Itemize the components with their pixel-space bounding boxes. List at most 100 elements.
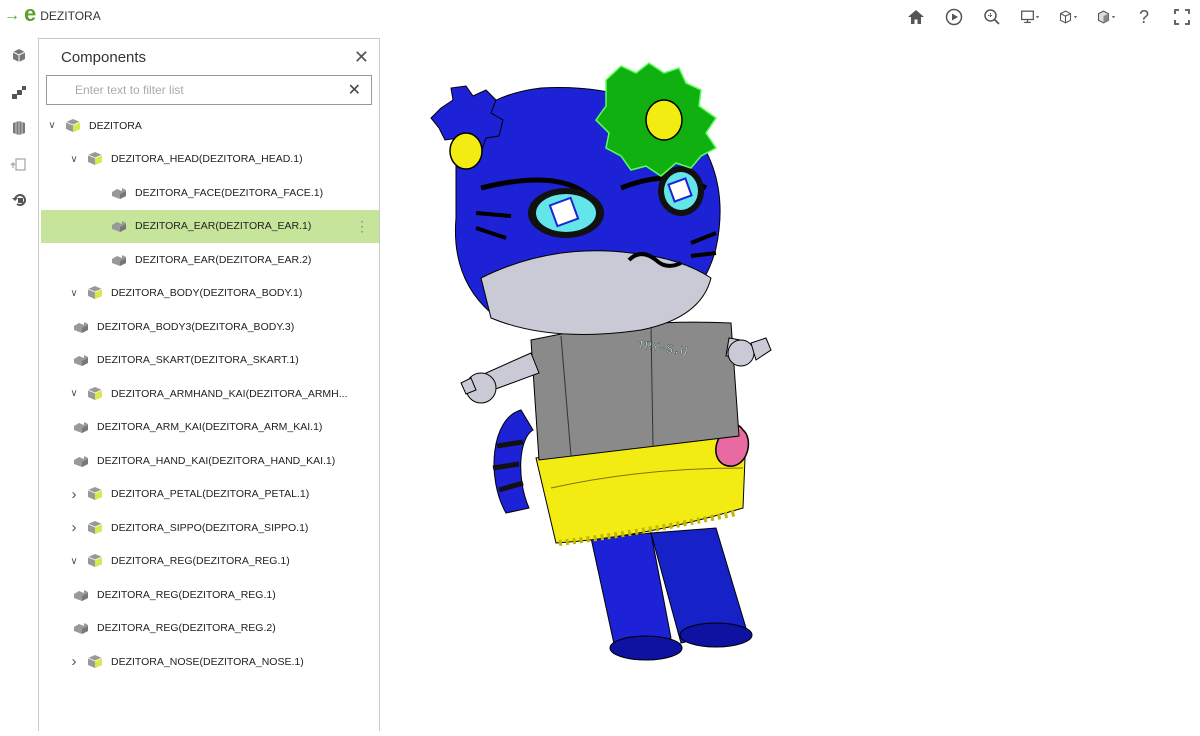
chevron-down-icon[interactable]: ∨ [67, 388, 81, 399]
tree-row-label: DEZITORA_PETAL(DEZITORA_PETAL.1) [111, 488, 310, 501]
tree-row[interactable]: DEZITORA_SKART(DEZITORA_SKART.1) [41, 344, 379, 378]
chevron-right-icon[interactable]: › [67, 486, 81, 503]
assembly-icon [85, 519, 105, 537]
assembly-icon [85, 284, 105, 302]
components-icon [12, 49, 26, 62]
tree-row[interactable]: DEZITORA_HAND_KAI(DEZITORA_HAND_KAI.1) [41, 444, 379, 478]
fullscreen-icon [1174, 9, 1190, 25]
tree-row[interactable]: ∨ DEZITORA_REG(DEZITORA_REG.1) [41, 545, 379, 579]
tree-row[interactable]: › DEZITORA_PETAL(DEZITORA_PETAL.1) [41, 478, 379, 512]
assembly-icon [85, 150, 105, 168]
chevron-down-icon[interactable]: ∨ [45, 120, 59, 131]
part-icon [109, 251, 129, 269]
panel-title: Components [61, 48, 147, 66]
side-rail [0, 38, 38, 731]
components-panel: Components ✕ ✕ ∨ DEZITORA ∨ DEZITORA_HEAD(D… [38, 38, 380, 731]
chevron-right-icon[interactable]: › [67, 519, 81, 536]
tree-row[interactable]: DEZITORA_REG(DEZITORA_REG.2) [41, 612, 379, 646]
home-button[interactable] [902, 6, 930, 28]
tree-row[interactable]: DEZITORA_EAR(DEZITORA_EAR.2) [41, 243, 379, 277]
assembly-icon [85, 485, 105, 503]
tree-row-label: DEZITORA_BODY3(DEZITORA_BODY.3) [97, 320, 295, 333]
tree-row[interactable]: DEZITORA_REG(DEZITORA_REG.1) [41, 578, 379, 612]
tree-row[interactable]: ∨ DEZITORA [41, 109, 379, 143]
tree-row[interactable]: DEZITORA_EAR(DEZITORA_EAR.1) ⋮ [41, 209, 379, 243]
part-icon [71, 318, 91, 336]
document-title: DEZITORA [40, 8, 101, 23]
tree-row-label: DEZITORA_FACE(DEZITORA_FACE.1) [135, 186, 324, 199]
tree-row-label: DEZITORA_REG(DEZITORA_REG.2) [97, 622, 276, 635]
part-icon [71, 452, 91, 470]
section-view-icon [1097, 10, 1116, 24]
close-panel-icon[interactable]: ✕ [354, 47, 369, 68]
collapse-arrow-icon[interactable]: → [4, 7, 20, 25]
help-icon: ? [1138, 6, 1149, 27]
view-orientation-button[interactable] [1054, 6, 1082, 28]
brand: → e DEZITORA [4, 1, 101, 26]
legs[interactable] [590, 527, 753, 661]
part-icon [71, 351, 91, 369]
tree-row[interactable]: › DEZITORA_NOSE(DEZITORA_NOSE.1) [41, 645, 379, 679]
display-mode-icon [1021, 10, 1040, 24]
zoom-fit-icon [984, 9, 1000, 25]
rail-reset-button[interactable] [0, 182, 38, 218]
tree-row[interactable]: › DEZITORA_SIPPO(DEZITORA_SIPPO.1) [41, 511, 379, 545]
part-icon [109, 184, 129, 202]
tree-row[interactable]: ∨ DEZITORA_HEAD(DEZITORA_HEAD.1) [41, 143, 379, 177]
chevron-right-icon[interactable]: › [67, 653, 81, 670]
tree-row-label: DEZITORA_NOSE(DEZITORA_NOSE.1) [111, 655, 304, 668]
tree-row[interactable]: DEZITORA_BODY3(DEZITORA_BODY.3) [41, 310, 379, 344]
reset-icon [12, 194, 26, 206]
assembly-icon [85, 552, 105, 570]
viewer-toolbar: ? [902, 6, 1196, 28]
steps-icon [12, 86, 26, 99]
export-icon [10, 158, 26, 171]
3d-viewport[interactable]: TRY-S.U [381, 38, 1200, 731]
tree-row-label: DEZITORA_SIPPO(DEZITORA_SIPPO.1) [111, 521, 309, 534]
chevron-down-icon[interactable]: ∨ [67, 556, 81, 567]
tree-row-label: DEZITORA_ARM_KAI(DEZITORA_ARM_KAI.1) [97, 421, 323, 434]
tree-row[interactable]: ∨ DEZITORA_ARMHAND_KAI(DEZITORA_ARMH... [41, 377, 379, 411]
layers-icon [13, 121, 25, 135]
section-view-button[interactable] [1092, 6, 1120, 28]
rail-export-button[interactable] [0, 146, 38, 182]
fullscreen-button[interactable] [1168, 6, 1196, 28]
app-logo-icon: e [24, 1, 37, 26]
tail[interactable] [493, 409, 534, 514]
clear-filter-icon[interactable]: ✕ [348, 80, 361, 100]
filter-box: ✕ [46, 75, 372, 105]
display-mode-button[interactable] [1016, 6, 1044, 28]
component-tree: ∨ DEZITORA ∨ DEZITORA_HEAD(DEZITORA_HEAD.1)… [41, 109, 379, 679]
tree-row-label: DEZITORA_HEAD(DEZITORA_HEAD.1) [111, 153, 303, 166]
help-button[interactable]: ? [1130, 6, 1158, 28]
tree-row-label: DEZITORA [89, 119, 142, 132]
play-icon [945, 8, 963, 26]
rail-steps-button[interactable] [0, 74, 38, 110]
chevron-down-icon[interactable]: ∨ [67, 288, 81, 299]
model-canvas[interactable]: TRY-S.U [381, 38, 1200, 731]
tree-row[interactable]: ∨ DEZITORA_BODY(DEZITORA_BODY.1) [41, 277, 379, 311]
tree-row-label: DEZITORA_REG(DEZITORA_REG.1) [97, 588, 276, 601]
zoom-fit-button[interactable] [978, 6, 1006, 28]
play-button[interactable] [940, 6, 968, 28]
home-icon [908, 10, 924, 24]
tree-row-label: DEZITORA_EAR(DEZITORA_EAR.1) [135, 220, 312, 233]
rail-components-button[interactable] [0, 38, 38, 74]
tree-row-label: DEZITORA_HAND_KAI(DEZITORA_HAND_KAI.1) [97, 454, 336, 467]
part-icon [109, 217, 129, 235]
view-orientation-icon [1059, 10, 1078, 24]
body[interactable]: TRY-S.U [530, 321, 740, 461]
chevron-down-icon[interactable]: ∨ [67, 154, 81, 165]
part-icon [71, 586, 91, 604]
more-options-icon[interactable]: ⋮ [355, 218, 369, 235]
tree-row[interactable]: DEZITORA_ARM_KAI(DEZITORA_ARM_KAI.1) [41, 411, 379, 445]
filter-input[interactable] [75, 83, 348, 97]
tree-row-label: DEZITORA_EAR(DEZITORA_EAR.2) [135, 253, 312, 266]
part-icon [71, 418, 91, 436]
tree-row-label: DEZITORA_SKART(DEZITORA_SKART.1) [97, 354, 299, 367]
rail-layers-button[interactable] [0, 110, 38, 146]
tree-row-label: DEZITORA_ARMHAND_KAI(DEZITORA_ARMH... [111, 387, 348, 400]
tree-row[interactable]: DEZITORA_FACE(DEZITORA_FACE.1) [41, 176, 379, 210]
tree-row-label: DEZITORA_BODY(DEZITORA_BODY.1) [111, 287, 303, 300]
top-bar: → e DEZITORA ? [0, 0, 1200, 36]
